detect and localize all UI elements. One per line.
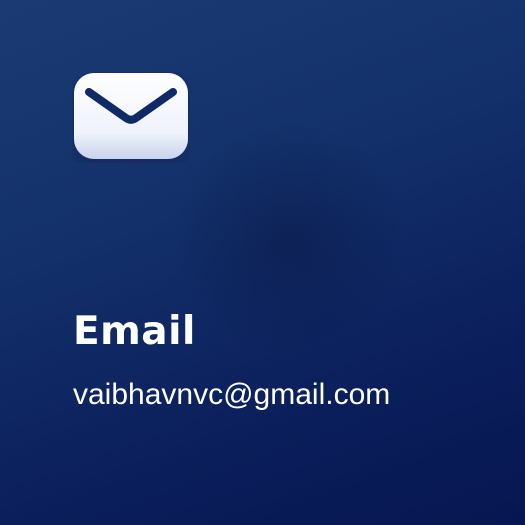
contact-info: Email vaibhavnvc@gmail.com xyxy=(73,306,413,417)
envelope-icon xyxy=(72,72,190,163)
email-address-link[interactable]: vaibhavnvc@gmail.com xyxy=(73,372,413,417)
card-title: Email xyxy=(73,309,196,354)
email-contact-card[interactable]: Email vaibhavnvc@gmail.com xyxy=(0,0,525,525)
